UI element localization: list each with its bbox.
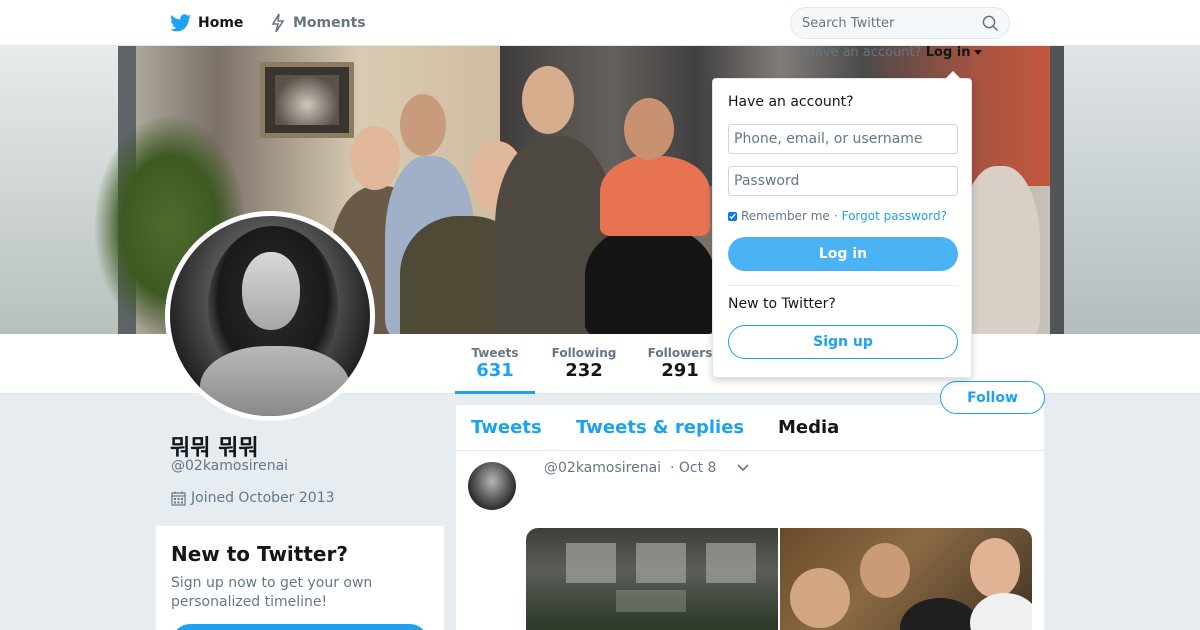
stat-tweets-label: Tweets: [471, 346, 519, 360]
signup-card-button[interactable]: [172, 624, 428, 630]
separator-dot: ·: [833, 209, 838, 223]
signup-card-title: New to Twitter?: [171, 542, 348, 566]
tweet-media-image-1[interactable]: [526, 528, 778, 630]
login-trigger-prompt: Have an account?: [805, 45, 922, 60]
nav-moments[interactable]: Moments: [270, 0, 366, 46]
stat-tweets-value: 631: [476, 360, 514, 381]
login-dropdown-title: Have an account?: [728, 94, 854, 110]
divider: [728, 285, 958, 286]
top-navigation-bar: Home Moments: [0, 0, 1200, 46]
lightning-icon: [271, 13, 285, 33]
new-to-twitter-label: New to Twitter?: [728, 296, 836, 312]
caret-down-icon: [973, 50, 982, 55]
tab-tweets-replies[interactable]: Tweets & replies: [576, 405, 744, 451]
search-icon[interactable]: [982, 15, 999, 32]
follow-button[interactable]: Follow: [940, 381, 1045, 414]
profile-joined: Joined October 2013: [171, 490, 335, 506]
profile-handle[interactable]: @02kamosirenai: [171, 458, 288, 474]
stat-followers[interactable]: Followers 291: [640, 334, 720, 394]
calendar-icon: [171, 491, 186, 506]
stat-followers-label: Followers: [647, 346, 713, 360]
tweet-avatar[interactable]: [468, 462, 516, 510]
remember-label[interactable]: Remember me: [741, 209, 830, 223]
password-field[interactable]: [728, 166, 958, 196]
twitter-bird-icon: [170, 14, 191, 32]
forgot-password-link[interactable]: Forgot password?: [842, 209, 947, 223]
chevron-down-icon[interactable]: [736, 463, 750, 473]
username-field[interactable]: [728, 124, 958, 154]
remember-row: Remember me · Forgot password?: [728, 209, 947, 223]
signup-card-text: Sign up now to get your own personalized…: [171, 575, 373, 610]
signup-card: New to Twitter? Sign up now to get your …: [156, 526, 444, 630]
stat-followers-value: 291: [661, 360, 699, 381]
remember-checkbox[interactable]: [728, 211, 737, 221]
stat-following[interactable]: Following 232: [542, 334, 626, 394]
tweet-media-image-2[interactable]: [780, 528, 1032, 630]
tweet-timestamp[interactable]: · Oct 8: [670, 460, 716, 476]
tab-media[interactable]: Media: [778, 405, 839, 451]
search-box: [790, 7, 1010, 39]
search-input[interactable]: [791, 8, 977, 38]
profile-joined-text: Joined October 2013: [191, 490, 335, 506]
avatar-image: [170, 216, 370, 416]
tab-tweets[interactable]: Tweets: [471, 405, 542, 451]
nav-home[interactable]: Home: [170, 0, 243, 46]
tweet-handle[interactable]: @02kamosirenai: [544, 460, 661, 476]
nav-moments-label: Moments: [293, 15, 366, 31]
login-trigger[interactable]: Have an account? Log in: [805, 45, 982, 60]
stat-tweets[interactable]: Tweets 631: [455, 334, 535, 394]
avatar[interactable]: [165, 211, 375, 421]
signup-button[interactable]: Sign up: [728, 325, 958, 359]
stat-following-label: Following: [551, 346, 617, 360]
login-trigger-label[interactable]: Log in: [926, 45, 971, 60]
timeline: Tweets Tweets & replies Media @02kamosir…: [456, 405, 1044, 630]
nav-home-label: Home: [198, 15, 244, 31]
login-dropdown: Have an account? Remember me · Forgot pa…: [712, 71, 972, 378]
login-button[interactable]: Log in: [728, 237, 958, 271]
stat-following-value: 232: [565, 360, 603, 381]
